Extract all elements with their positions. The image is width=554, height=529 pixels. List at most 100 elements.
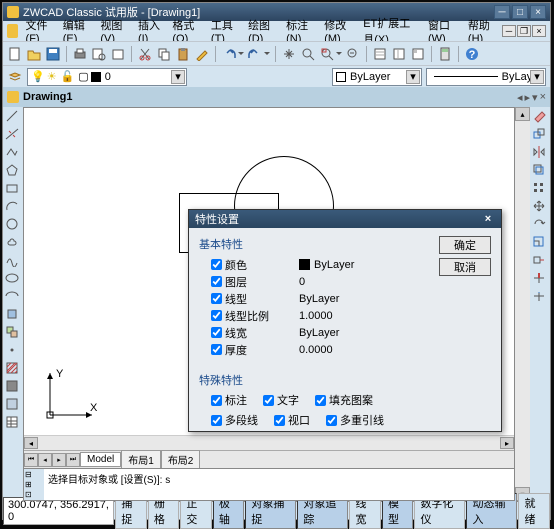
app-icon[interactable] xyxy=(7,24,18,38)
region-icon[interactable] xyxy=(5,397,21,413)
redo-icon[interactable] xyxy=(247,46,263,62)
chevron-down-icon[interactable]: ▾ xyxy=(406,70,420,84)
mdi-minimize-button[interactable]: ─ xyxy=(502,25,516,37)
scale-icon[interactable] xyxy=(532,235,548,251)
tab-next-icon[interactable]: ▸ xyxy=(52,453,66,467)
spline-icon[interactable] xyxy=(5,253,21,269)
status-就绪[interactable]: 就绪 xyxy=(518,493,550,529)
ok-button[interactable]: 确定 xyxy=(439,236,491,254)
layer-combo[interactable]: 💡☀🔓▢ 0 ▾ xyxy=(27,68,187,86)
matchprop-icon[interactable] xyxy=(194,46,210,62)
special-checkbox[interactable]: 多重引线 xyxy=(326,412,384,428)
preview-icon[interactable] xyxy=(91,46,107,62)
trim-icon[interactable] xyxy=(532,271,548,287)
stretch-icon[interactable] xyxy=(532,253,548,269)
erase-icon[interactable] xyxy=(532,109,548,125)
dialog-close-icon[interactable]: × xyxy=(481,212,495,226)
mirror-icon[interactable] xyxy=(532,145,548,161)
zoom-win-icon[interactable] xyxy=(319,46,335,62)
insert-icon[interactable] xyxy=(5,307,21,323)
block-icon[interactable] xyxy=(5,325,21,341)
cut-icon[interactable] xyxy=(137,46,153,62)
doc-tab[interactable]: Drawing1 xyxy=(23,91,73,103)
copy-icon[interactable] xyxy=(156,46,172,62)
calc-icon[interactable] xyxy=(437,46,453,62)
tab-layout2[interactable]: 布局2 xyxy=(161,450,201,469)
extend-icon[interactable] xyxy=(532,289,548,305)
prop-checkbox[interactable]: 线型比例 xyxy=(211,308,299,324)
scroll-right-icon[interactable]: ▸ xyxy=(500,437,514,449)
zoom-rt-icon[interactable] xyxy=(300,46,316,62)
hatch-icon[interactable] xyxy=(5,361,21,377)
special-checkbox[interactable]: 多段线 xyxy=(211,412,258,428)
publish-icon[interactable] xyxy=(110,46,126,62)
vscrollbar[interactable]: ▴ ▾ xyxy=(515,107,530,501)
maximize-button[interactable]: □ xyxy=(512,5,528,19)
tab-next-icon[interactable]: ▸ xyxy=(525,91,531,104)
special-checkbox[interactable]: 标注 xyxy=(211,392,247,408)
layer-props-icon[interactable] xyxy=(7,69,23,85)
zoom-prev-icon[interactable] xyxy=(345,46,361,62)
tab-model[interactable]: Model xyxy=(80,452,121,467)
pline-icon[interactable] xyxy=(5,145,21,161)
undo-icon[interactable] xyxy=(221,46,237,62)
prop-checkbox[interactable]: 图层 xyxy=(211,274,299,290)
cmd-icon1[interactable]: ⊟ xyxy=(25,470,41,479)
prop-checkbox[interactable]: 颜色 xyxy=(211,257,299,273)
cancel-button[interactable]: 取消 xyxy=(439,258,491,276)
chevron-down-icon[interactable]: ▾ xyxy=(171,70,185,84)
props-icon[interactable] xyxy=(372,46,388,62)
scroll-up-icon[interactable]: ▴ xyxy=(515,107,530,121)
prop-checkbox[interactable]: 厚度 xyxy=(211,342,299,358)
prop-checkbox[interactable]: 线宽 xyxy=(211,325,299,341)
close-button[interactable]: × xyxy=(530,5,546,19)
polygon-icon[interactable] xyxy=(5,163,21,179)
tab-prev-icon[interactable]: ◂ xyxy=(38,453,52,467)
tp-icon[interactable] xyxy=(410,46,426,62)
undo-dropdown[interactable] xyxy=(238,52,244,55)
rect-icon[interactable] xyxy=(5,181,21,197)
special-checkbox[interactable]: 视口 xyxy=(274,412,310,428)
print-icon[interactable] xyxy=(72,46,88,62)
move-icon[interactable] xyxy=(532,199,548,215)
offset-icon[interactable] xyxy=(532,163,548,179)
help-icon[interactable]: ? xyxy=(464,46,480,62)
array-icon[interactable] xyxy=(532,181,548,197)
tab-first-icon[interactable]: ⏮ xyxy=(24,453,38,467)
open-icon[interactable] xyxy=(26,46,42,62)
tab-close-icon[interactable]: × xyxy=(540,91,546,104)
redo-dropdown[interactable] xyxy=(264,52,270,55)
scroll-left-icon[interactable]: ◂ xyxy=(24,437,38,449)
mdi-close-button[interactable]: × xyxy=(532,25,546,37)
copy2-icon[interactable] xyxy=(532,127,548,143)
xline-icon[interactable] xyxy=(5,127,21,143)
cmd-icon2[interactable]: ⊞ xyxy=(25,480,41,489)
save-icon[interactable] xyxy=(45,46,61,62)
ellipse-icon[interactable] xyxy=(5,271,21,287)
point-icon[interactable] xyxy=(5,343,21,359)
mdi-restore-button[interactable]: ❐ xyxy=(517,25,531,37)
special-checkbox[interactable]: 文字 xyxy=(263,392,299,408)
hscrollbar[interactable]: ◂ ▸ xyxy=(24,436,514,450)
dc-icon[interactable] xyxy=(391,46,407,62)
dialog-titlebar[interactable]: 特性设置 × xyxy=(189,210,501,228)
revcloud-icon[interactable] xyxy=(5,235,21,251)
command-line[interactable]: 选择目标对象或 [设置(S)]: s xyxy=(44,469,514,500)
paste-icon[interactable] xyxy=(175,46,191,62)
circle-icon[interactable] xyxy=(5,217,21,233)
rotate-icon[interactable] xyxy=(532,217,548,233)
tab-layout1[interactable]: 布局1 xyxy=(121,450,161,469)
table-icon[interactable] xyxy=(5,415,21,431)
tab-menu-icon[interactable]: ▾ xyxy=(532,91,538,104)
line-icon[interactable] xyxy=(5,109,21,125)
ellipsearc-icon[interactable] xyxy=(5,289,21,305)
special-checkbox[interactable]: 填充图案 xyxy=(315,392,373,408)
pan-icon[interactable] xyxy=(281,46,297,62)
cmd-icon3[interactable]: ⊡ xyxy=(25,490,41,499)
new-icon[interactable] xyxy=(7,46,23,62)
tab-last-icon[interactable]: ⏭ xyxy=(66,453,80,467)
tab-prev-icon[interactable]: ◂ xyxy=(517,91,523,104)
chevron-down-icon[interactable]: ▾ xyxy=(530,70,544,84)
linetype-combo[interactable]: ByLayer ▾ xyxy=(426,68,546,86)
color-combo[interactable]: ByLayer ▾ xyxy=(332,68,422,86)
